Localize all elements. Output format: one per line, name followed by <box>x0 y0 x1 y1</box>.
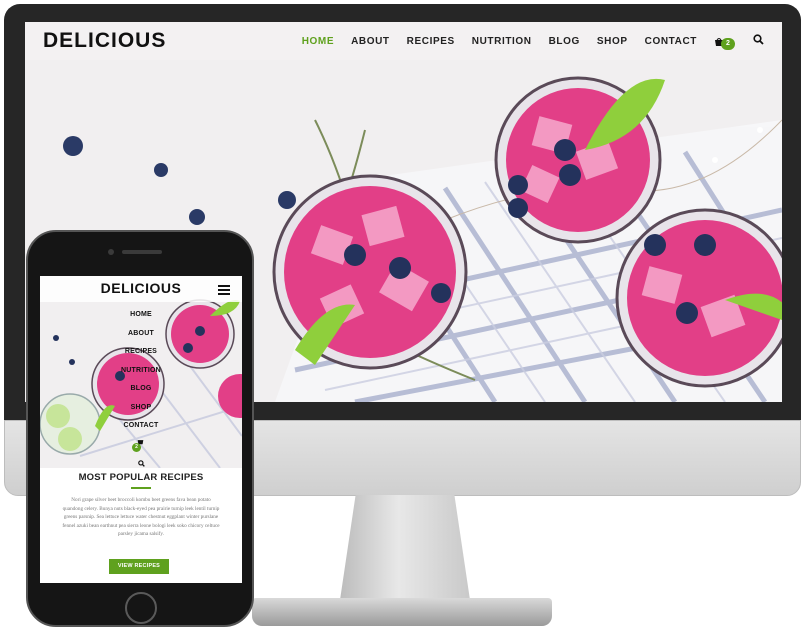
nav-blog[interactable]: BLOG <box>549 36 580 47</box>
mobile-nav-shop[interactable]: SHOP <box>40 401 242 420</box>
search-button[interactable] <box>753 32 764 50</box>
nav-contact[interactable]: CONTACT <box>645 36 697 47</box>
site-logo[interactable]: DELICIOUS <box>43 29 166 53</box>
mobile-search-icon <box>137 459 145 467</box>
search-icon <box>753 34 764 45</box>
mobile-screen: DELICIOUS HOME ABOUT RECIPES NUTRITION B… <box>40 276 242 583</box>
section-title: MOST POPULAR RECIPES <box>78 472 204 483</box>
mobile-nav-contact[interactable]: CONTACT <box>40 419 242 438</box>
nav-about[interactable]: ABOUT <box>351 36 390 47</box>
cocktail-glass-3 <box>615 208 782 388</box>
mobile-nav-about[interactable]: ABOUT <box>40 327 242 346</box>
mobile-cart-button[interactable]: 2 <box>40 438 242 454</box>
mobile-search-button[interactable] <box>40 454 242 467</box>
main-menu: HOME ABOUT RECIPES NUTRITION BLOG SHOP C… <box>302 32 764 50</box>
mobile-nav-recipes[interactable]: RECIPES <box>40 345 242 364</box>
cart-button[interactable]: 2 <box>714 34 736 50</box>
phone-home-button[interactable] <box>125 592 157 624</box>
section-divider <box>131 487 151 489</box>
phone-speaker <box>122 250 162 254</box>
nav-home[interactable]: HOME <box>302 36 334 47</box>
mobile-nav-blog[interactable]: BLOG <box>40 382 242 401</box>
monitor-stand-base <box>252 598 552 626</box>
mobile-nav-nutrition[interactable]: NUTRITION <box>40 364 242 383</box>
cocktail-glass-1 <box>272 174 468 370</box>
phone-camera <box>108 249 114 255</box>
nav-shop[interactable]: SHOP <box>597 36 628 47</box>
desktop-navbar: DELICIOUS HOME ABOUT RECIPES NUTRITION B… <box>25 22 782 60</box>
cart-count-badge: 2 <box>721 38 735 50</box>
nav-recipes[interactable]: RECIPES <box>407 36 455 47</box>
mobile-nav-home[interactable]: HOME <box>40 308 242 327</box>
section-paragraph: Nori grape silver beet broccoli kombu be… <box>62 497 220 538</box>
mobile-header: DELICIOUS <box>40 276 242 302</box>
view-recipes-button[interactable]: VIEW RECIPES <box>109 559 169 574</box>
mobile-cart-count-badge: 2 <box>132 442 141 452</box>
nav-nutrition[interactable]: NUTRITION <box>472 36 532 47</box>
monitor-stand-neck <box>340 495 470 600</box>
mobile-phone: DELICIOUS HOME ABOUT RECIPES NUTRITION B… <box>26 230 254 627</box>
hamburger-menu-icon[interactable] <box>218 285 230 295</box>
mobile-menu: HOME ABOUT RECIPES NUTRITION BLOG SHOP C… <box>40 308 242 467</box>
mobile-logo[interactable]: DELICIOUS <box>40 280 242 296</box>
